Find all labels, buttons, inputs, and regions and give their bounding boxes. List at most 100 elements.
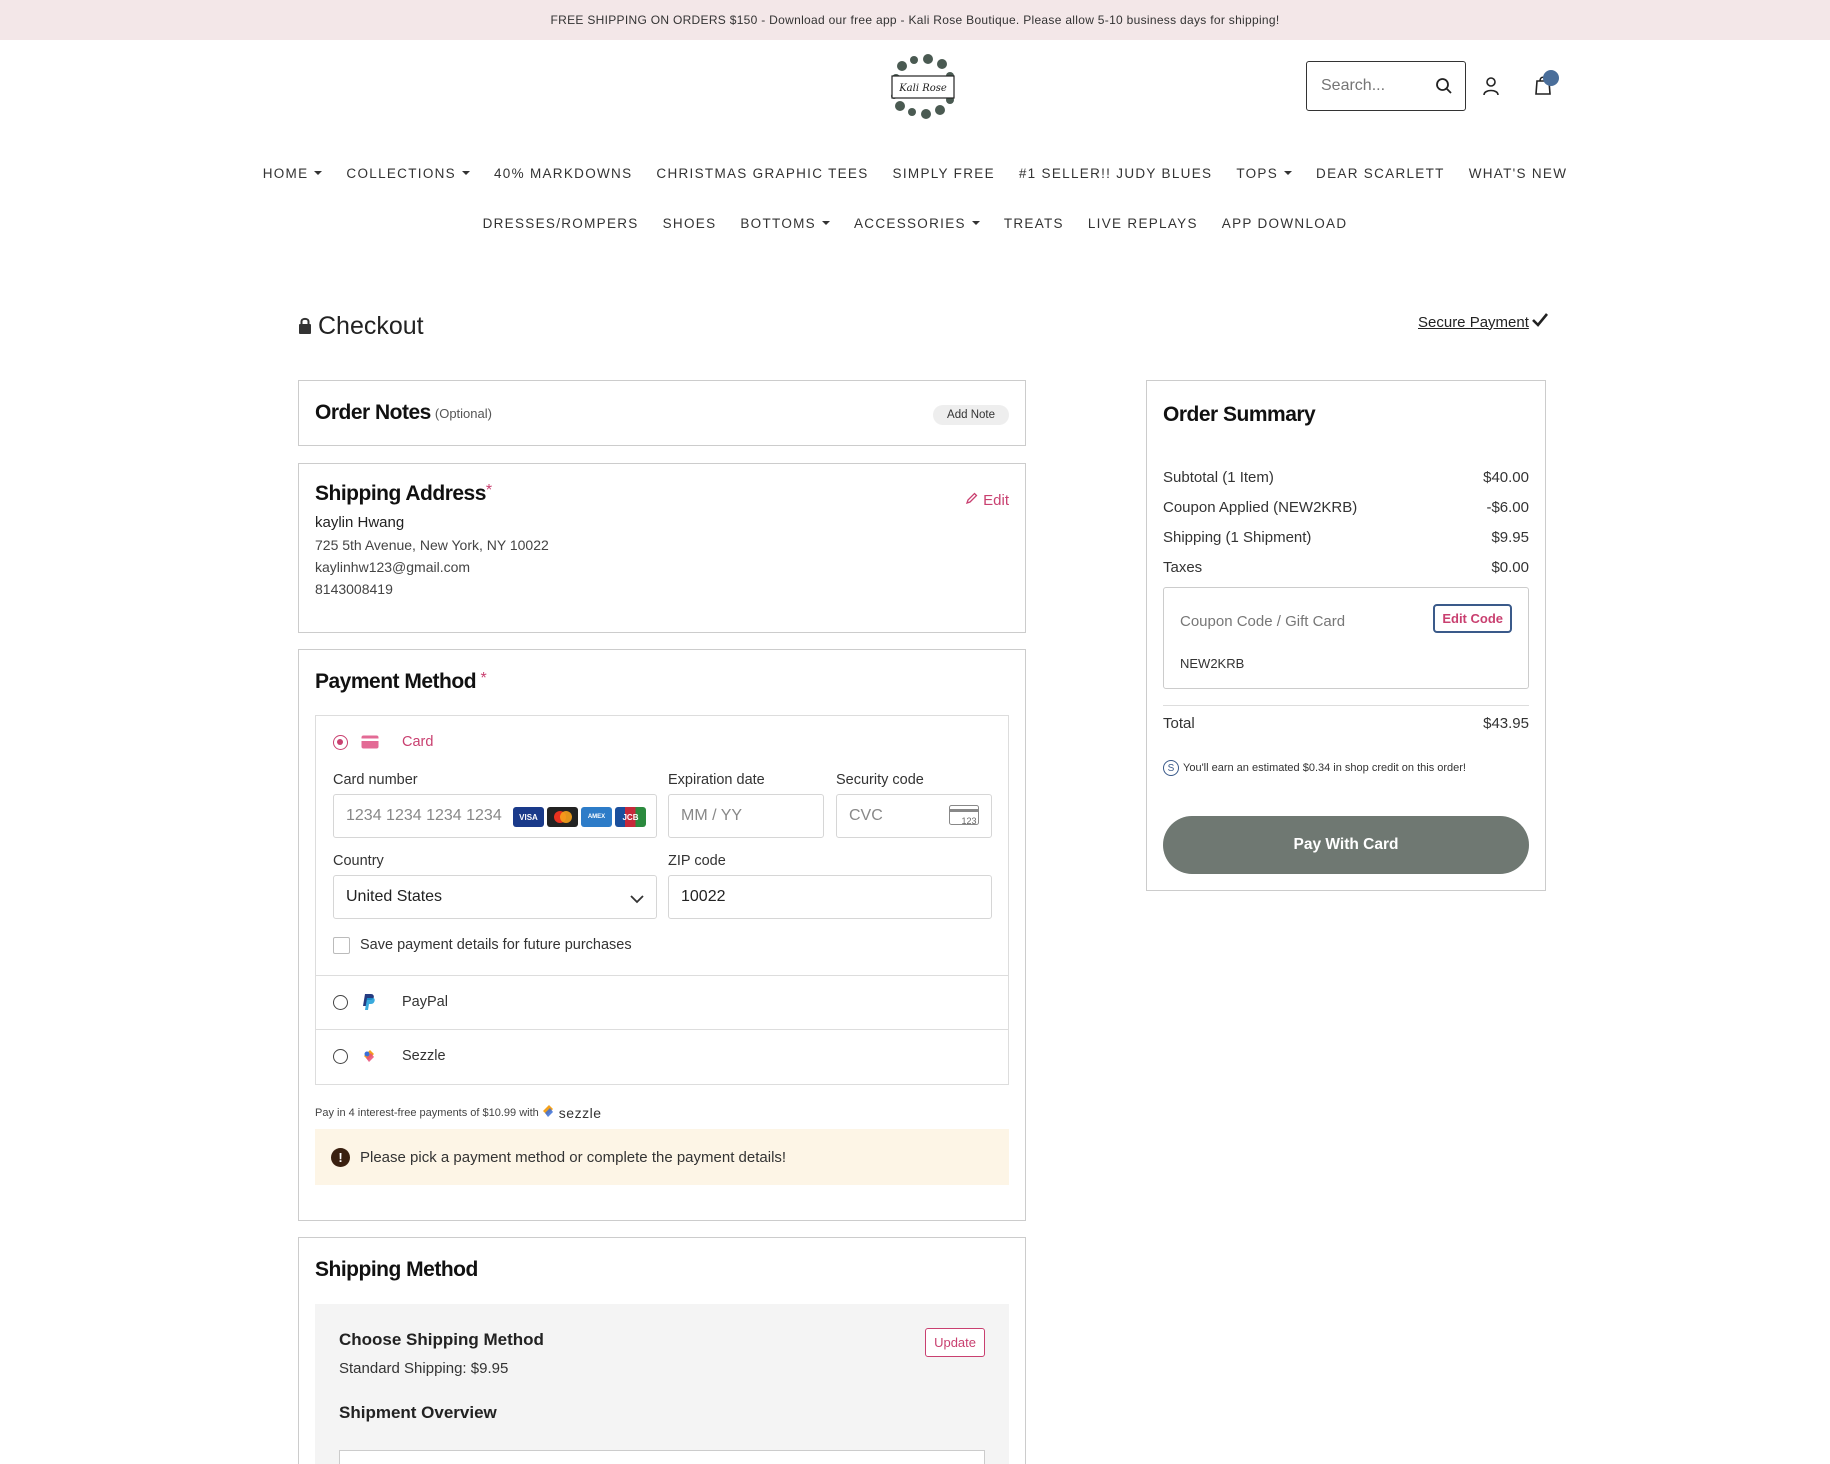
coupon-input-placeholder: Coupon Code / Gift Card	[1180, 613, 1346, 630]
update-shipping-button[interactable]: Update	[925, 1328, 985, 1357]
sezzle-installment-note: Pay in 4 interest-free payments of $10.9…	[315, 1104, 602, 1121]
checkmark-icon	[1531, 313, 1548, 331]
nav-item-home[interactable]: HOME	[263, 166, 323, 181]
page-title: Checkout	[298, 312, 424, 341]
coupon-box[interactable]: Coupon Code / Gift Card Edit Code NEW2KR…	[1163, 587, 1529, 689]
chevron-down-icon	[630, 891, 644, 909]
store-logo[interactable]: Kali Rose	[888, 54, 958, 120]
caret-down-icon	[971, 221, 980, 225]
customer-name: kaylin Hwang	[315, 514, 405, 531]
announcement-bar: FREE SHIPPING ON ORDERS $150 - Download …	[0, 0, 1830, 40]
paypal-radio[interactable]	[333, 995, 348, 1010]
required-mark: *	[480, 670, 487, 687]
shipment-overview-box	[339, 1450, 985, 1464]
pencil-icon	[965, 492, 978, 509]
search-box[interactable]	[1306, 61, 1466, 111]
nav-item-accessories[interactable]: ACCESSORIES	[854, 216, 980, 231]
choose-shipping-heading: Choose Shipping Method	[339, 1330, 544, 1349]
summary-row-shipping: Shipping (1 Shipment) $9.95	[1163, 529, 1529, 546]
card-option: Card Card number 1234 1234 1234 1234 VIS…	[316, 716, 1008, 976]
search-icon[interactable]	[1435, 77, 1453, 100]
exclamation-icon: !	[331, 1147, 350, 1167]
edit-code-button[interactable]: Edit Code	[1433, 604, 1512, 633]
sezzle-option[interactable]: Sezzle	[316, 1030, 1008, 1084]
order-notes-title: Order Notes	[315, 401, 431, 424]
visa-icon: VISA	[513, 807, 544, 827]
nav-item-shoes[interactable]: SHOES	[663, 216, 717, 231]
logo-text: Kali Rose	[898, 83, 947, 94]
payment-method-title: Payment Method	[315, 670, 477, 693]
sezzle-icon	[362, 1048, 376, 1069]
nav-item-judy-blues[interactable]: #1 SELLER!! JUDY BLUES	[1019, 166, 1212, 181]
jcb-icon: JCB	[615, 807, 646, 827]
shipping-method-title: Shipping Method	[315, 1258, 478, 1281]
nav-item-dear-scarlett[interactable]: DEAR SCARLETT	[1316, 166, 1445, 181]
shipping-address-section: Shipping Address* Edit kaylin Hwang 725 …	[298, 463, 1026, 633]
card-brand-logos: VISA AMEX JCB	[513, 807, 646, 827]
amex-icon: AMEX	[581, 807, 612, 827]
sezzle-logo-icon	[542, 1104, 556, 1121]
zip-label: ZIP code	[668, 853, 726, 869]
card-label: Card	[402, 734, 434, 750]
order-summary-section: Order Summary Subtotal (1 Item) $40.00 Co…	[1146, 380, 1546, 891]
shipment-overview-heading: Shipment Overview	[339, 1403, 497, 1422]
country-select[interactable]: United States	[333, 875, 657, 919]
optional-label: (Optional)	[434, 405, 492, 421]
sezzle-radio[interactable]	[333, 1049, 348, 1064]
nav-item-live-replays[interactable]: LIVE REPLAYS	[1088, 216, 1198, 231]
credit-card-icon	[361, 735, 379, 754]
country-label: Country	[333, 853, 384, 869]
secure-payment-link[interactable]: Secure Payment	[1418, 313, 1548, 331]
save-details-checkbox[interactable]	[333, 937, 350, 954]
sezzle-wordmark: sezzle	[558, 1104, 602, 1121]
paypal-icon	[362, 993, 376, 1016]
lock-icon	[298, 312, 312, 341]
cart-count-badge	[1543, 70, 1559, 86]
nav-item-tops[interactable]: TOPS	[1236, 166, 1293, 181]
nav-item-whats-new[interactable]: WHAT'S NEW	[1469, 166, 1568, 181]
pay-with-card-button[interactable]: Pay With Card	[1163, 816, 1529, 874]
add-note-button[interactable]: Add Note	[933, 405, 1009, 425]
cvc-input[interactable]: CVC 123	[836, 794, 992, 838]
nav-item-christmas-tees[interactable]: CHRISTMAS GRAPHIC TEES	[656, 166, 868, 181]
credit-coin-icon: S	[1163, 760, 1179, 776]
main-nav-row-1: HOME COLLECTIONS 40% MARKDOWNS CHRISTMAS…	[0, 148, 1830, 198]
summary-row-subtotal: Subtotal (1 Item) $40.00	[1163, 469, 1529, 486]
nav-item-collections[interactable]: COLLECTIONS	[346, 166, 470, 181]
customer-phone: 8143008419	[315, 581, 393, 597]
account-icon[interactable]	[1482, 76, 1500, 101]
caret-down-icon	[314, 171, 323, 175]
order-notes-section: Order Notes (Optional) Add Note	[298, 380, 1026, 446]
search-input[interactable]	[1321, 77, 1426, 95]
nav-item-dresses[interactable]: DRESSES/ROMPERS	[483, 216, 639, 231]
shipping-method-panel: Choose Shipping Method Update Standard S…	[315, 1304, 1009, 1464]
customer-address: 725 5th Avenue, New York, NY 10022	[315, 537, 549, 553]
summary-row-total: Total $43.95	[1163, 715, 1529, 732]
card-number-input[interactable]: 1234 1234 1234 1234 VISA AMEX JCB	[333, 794, 657, 838]
summary-row-taxes: Taxes $0.00	[1163, 559, 1529, 576]
nav-item-app-download[interactable]: APP DOWNLOAD	[1222, 216, 1348, 231]
nav-item-markdowns[interactable]: 40% MARKDOWNS	[494, 166, 632, 181]
nav-item-bottoms[interactable]: BOTTOMS	[740, 216, 830, 231]
mastercard-icon	[547, 807, 578, 827]
shop-credit-note: S You'll earn an estimated $0.34 in shop…	[1163, 760, 1466, 776]
paypal-label: PayPal	[402, 994, 448, 1010]
nav-item-simply-free[interactable]: SIMPLY FREE	[893, 166, 995, 181]
payment-warning: ! Please pick a payment method or comple…	[315, 1129, 1009, 1185]
zip-input[interactable]: 10022	[668, 875, 992, 919]
expiry-input[interactable]: MM / YY	[668, 794, 824, 838]
cvc-card-icon: 123	[949, 805, 979, 832]
applied-coupon-code: NEW2KRB	[1180, 656, 1245, 671]
edit-address-button[interactable]: Edit	[965, 492, 1009, 509]
announcement-text: FREE SHIPPING ON ORDERS $150 - Download …	[550, 13, 1280, 27]
required-mark: *	[485, 482, 493, 499]
sezzle-label: Sezzle	[402, 1048, 446, 1064]
card-number-label: Card number	[333, 772, 418, 788]
save-details-label: Save payment details for future purchase…	[360, 937, 632, 953]
expiry-label: Expiration date	[668, 772, 765, 788]
paypal-option[interactable]: PayPal	[316, 976, 1008, 1030]
nav-item-treats[interactable]: TREATS	[1004, 216, 1064, 231]
shipping-method-section: Shipping Method Choose Shipping Method U…	[298, 1237, 1026, 1464]
shipping-address-title: Shipping Address	[315, 482, 486, 505]
card-radio[interactable]	[333, 735, 348, 750]
